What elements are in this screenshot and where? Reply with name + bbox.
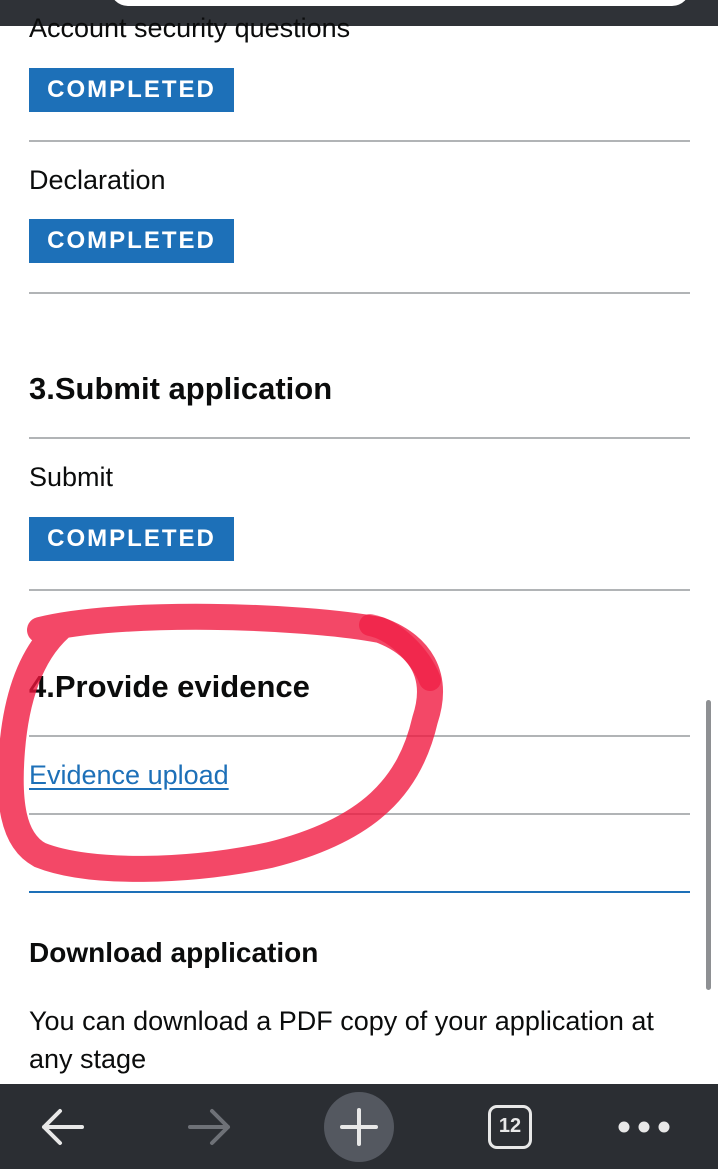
section-heading-submit: 3.Submit application	[29, 371, 333, 406]
divider	[29, 813, 690, 815]
tab-count: 12	[498, 1115, 522, 1137]
download-text: You can download a PDF copy of your appl…	[29, 1006, 654, 1074]
divider	[29, 589, 690, 591]
divider	[29, 140, 690, 142]
browser-toolbar: 12	[0, 1084, 718, 1169]
section-divider	[29, 891, 690, 893]
forward-arrow-icon	[188, 1108, 230, 1145]
task-name-security-questions: Account security questions	[29, 13, 351, 43]
more-menu-button[interactable]	[614, 1084, 674, 1169]
back-button[interactable]	[30, 1084, 94, 1169]
back-arrow-icon	[42, 1108, 84, 1145]
plus-icon	[340, 1107, 378, 1146]
status-badge: COMPLETED	[29, 68, 234, 112]
tabs-icon: 12	[488, 1104, 532, 1149]
divider	[29, 735, 690, 737]
status-badge: COMPLETED	[29, 219, 234, 263]
download-heading: Download application	[29, 937, 319, 968]
evidence-upload-link[interactable]: Evidence upload	[29, 759, 229, 791]
more-icon	[618, 1121, 670, 1132]
red-circle-annotation	[0, 603, 443, 882]
task-name-declaration: Declaration	[29, 165, 166, 195]
address-bar-edge	[110, 0, 690, 6]
divider	[29, 292, 690, 294]
scrollbar[interactable]	[706, 700, 711, 990]
tabs-button[interactable]: 12	[486, 1084, 534, 1169]
section-heading-evidence: 4.Provide evidence	[29, 669, 310, 704]
divider	[29, 437, 690, 439]
new-tab-button[interactable]	[324, 1084, 394, 1169]
status-badge: COMPLETED	[29, 517, 234, 561]
forward-button[interactable]	[178, 1084, 242, 1169]
screen: Account security questions COMPLETED Dec…	[0, 0, 718, 1169]
task-name-submit: Submit	[29, 462, 114, 492]
